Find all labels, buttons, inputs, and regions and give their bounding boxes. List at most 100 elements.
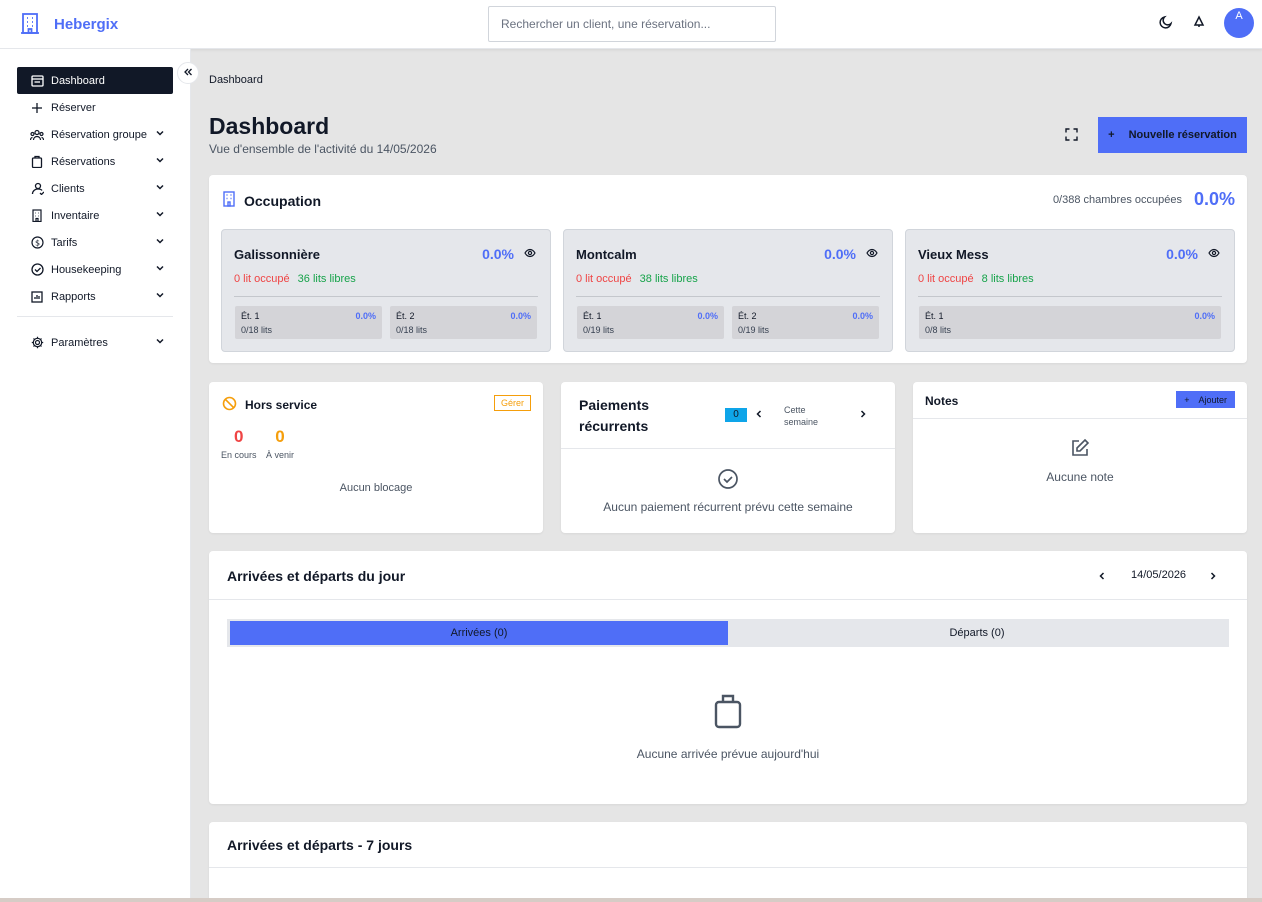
page-subtitle: Vue d'ensemble de l'activité du 14/05/20…	[209, 142, 437, 156]
floor-card[interactable]: Ét. 2 0.0% 0/19 lits	[732, 306, 879, 339]
sidebar-item-clients[interactable]: Clients	[17, 175, 173, 202]
sidebar-item-inventaire[interactable]: Inventaire	[17, 202, 173, 229]
empty-message: Aucune note	[1046, 470, 1114, 484]
hors-service-title: Hors service	[245, 398, 318, 412]
upcoming-label: À venir	[266, 450, 295, 460]
empty-message: Aucun paiement récurrent prévu cette sem…	[603, 500, 853, 514]
building-percent: 0.0%	[482, 246, 514, 262]
empty-message: Aucun blocage	[339, 482, 413, 494]
floor-beds: 0/8 lits	[925, 325, 952, 335]
chevron-right-icon[interactable]	[858, 408, 868, 422]
floor-name: Ét. 2	[738, 311, 757, 321]
breadcrumb[interactable]: Dashboard	[209, 74, 263, 86]
chevron-right-icon[interactable]	[1208, 570, 1218, 584]
moon-icon[interactable]	[1158, 14, 1174, 33]
payments-title: Paiements récurrents	[579, 395, 649, 437]
empty-message: Aucune arrivée prévue aujourd'hui	[636, 747, 820, 761]
sidebar-item-dashboard[interactable]: Dashboard	[17, 67, 173, 94]
sidebar-item-label: Tarifs	[51, 236, 78, 249]
building-icon	[222, 191, 236, 210]
week-title: Arrivées et départs - 7 jours	[227, 837, 413, 853]
floor-card[interactable]: Ét. 1 0.0% 0/8 lits	[919, 306, 1221, 339]
notes-card: Notes + Ajouter Aucune note	[913, 382, 1247, 533]
building-name: Galissonnière	[234, 247, 320, 262]
sidebar-item-housekeeping[interactable]: Housekeeping	[17, 256, 173, 283]
floor-beds: 0/18 lits	[241, 325, 273, 335]
eye-icon[interactable]	[524, 247, 536, 261]
brand[interactable]: Hebergix	[20, 12, 118, 37]
divider	[913, 418, 1247, 419]
sidebar-item-rapports[interactable]: Rapports	[17, 283, 173, 310]
window-edge	[0, 898, 1262, 902]
occupation-percent: 0.0%	[1193, 189, 1235, 209]
sidebar-item-tarifs[interactable]: $ Tarifs	[17, 229, 173, 256]
beds-occupied: 0 lit occupé	[234, 273, 290, 285]
chevron-down-icon	[155, 155, 165, 168]
arrivals-tabs: Arrivées (0) Départs (0)	[227, 619, 1229, 647]
svg-text:$: $	[34, 239, 39, 248]
chevron-down-icon	[155, 336, 165, 349]
week-label-line2: semaine	[784, 417, 819, 427]
arrivals-date[interactable]: 14/05/2026	[1131, 569, 1186, 581]
floor-percent: 0.0%	[1194, 311, 1215, 321]
floor-beds: 0/19 lits	[583, 325, 615, 335]
beds-free: 36 lits libres	[297, 273, 356, 285]
add-note-label: Ajouter	[1198, 394, 1227, 405]
new-reservation-button[interactable]: + Nouvelle réservation	[1098, 117, 1247, 153]
floor-percent: 0.0%	[355, 311, 376, 321]
building-card-montcalm: Montcalm 0.0% 0 lit occupé 38 lits libre…	[563, 229, 893, 352]
avatar[interactable]: A	[1224, 8, 1254, 38]
fullscreen-icon[interactable]	[1063, 126, 1080, 143]
add-note-button[interactable]: + Ajouter	[1176, 391, 1235, 408]
eye-icon[interactable]	[1208, 247, 1220, 261]
sidebar-item-reserver[interactable]: Réserver	[17, 94, 173, 121]
sidebar-item-parametres[interactable]: Paramètres	[17, 329, 173, 356]
eye-icon[interactable]	[866, 247, 878, 261]
floor-card[interactable]: Ét. 2 0.0% 0/18 lits	[390, 306, 537, 339]
recurring-payments-card: Paiements récurrents 0 Cette semaine Auc…	[561, 382, 895, 533]
sidebar-item-label: Réserver	[51, 101, 96, 114]
tab-arrivals[interactable]: Arrivées (0)	[230, 621, 728, 645]
building-percent: 0.0%	[824, 246, 856, 262]
app-name: Hebergix	[54, 16, 119, 33]
notes-title: Notes	[925, 394, 959, 408]
sidebar-nav: Dashboard Réserver Réservation groupe Ré…	[17, 67, 173, 356]
stat-upcoming: 0 À venir	[266, 427, 294, 460]
chevron-down-icon	[155, 128, 165, 141]
divider	[561, 448, 895, 449]
chart-icon	[30, 290, 44, 304]
occupation-summary: 0/388 chambres occupées	[1052, 193, 1182, 206]
week-label: Cette semaine	[784, 404, 818, 428]
sidebar-divider	[17, 316, 173, 317]
plus-icon: +	[1108, 129, 1115, 141]
floor-percent: 0.0%	[852, 311, 873, 321]
chevron-down-icon	[155, 236, 165, 249]
manage-button[interactable]: Gérer	[493, 395, 531, 411]
upcoming-count: 0	[275, 427, 285, 446]
chevron-left-icon[interactable]	[1097, 570, 1107, 584]
floor-card[interactable]: Ét. 1 0.0% 0/19 lits	[577, 306, 724, 339]
payments-title-line1: Paiements	[579, 397, 650, 413]
sidebar-item-reservation-groupe[interactable]: Réservation groupe	[17, 121, 173, 148]
sidebar-item-reservations[interactable]: Réservations	[17, 148, 173, 175]
sidebar-item-label: Inventaire	[51, 209, 100, 222]
plus-icon	[30, 101, 44, 115]
page-title: Dashboard	[209, 113, 330, 139]
building-card-vieux-mess: Vieux Mess 0.0% 0 lit occupé 8 lits libr…	[905, 229, 1235, 352]
gear-icon	[30, 336, 44, 350]
bell-icon[interactable]	[1192, 14, 1206, 32]
luggage-icon	[711, 693, 745, 732]
beds-occupied: 0 lit occupé	[576, 273, 632, 285]
occupation-header: Occupation	[222, 191, 321, 210]
check-circle-icon	[30, 263, 44, 277]
new-reservation-label: Nouvelle réservation	[1128, 129, 1237, 141]
floor-card[interactable]: Ét. 1 0.0% 0/18 lits	[235, 306, 382, 339]
chevron-left-icon[interactable]	[754, 408, 764, 422]
occupation-card: Occupation 0/388 chambres occupées 0.0% …	[209, 175, 1247, 363]
search-input[interactable]	[488, 6, 776, 42]
collapse-sidebar-button[interactable]	[177, 62, 199, 84]
sidebar-item-label: Dashboard	[51, 74, 105, 87]
occupation-title: Occupation	[244, 192, 322, 209]
prohibited-icon	[222, 396, 237, 414]
tab-departures[interactable]: Départs (0)	[728, 621, 1226, 645]
